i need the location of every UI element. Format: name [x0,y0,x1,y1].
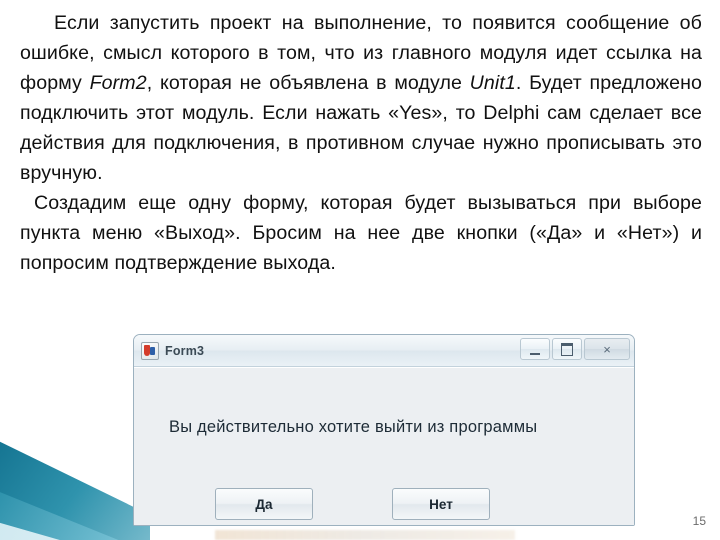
slide-number: 15 [692,514,706,528]
no-button[interactable]: Нет [392,488,490,520]
close-button[interactable]: × [584,338,630,360]
form3-window[interactable]: Form3 × Вы действительно хотите выйти из… [133,334,635,526]
paragraph-1-run-3: , которая не объявлена в модуле [146,72,470,94]
paragraph-2: Создадим еще одну форму, которая будет в… [20,188,702,278]
maximize-button[interactable] [552,338,582,360]
delphi-form-icon [141,341,159,360]
paragraph-2-run-1: Создадим еще одну форму, которая будет в… [20,192,702,274]
paragraph-1: Если запустить проект на выполнение, то … [20,8,702,188]
slide-corner-decoration [0,424,150,540]
footer-artifact [215,530,515,540]
paragraph-1-run-2-italic: Form2 [89,72,147,94]
maximize-icon [561,342,573,356]
paragraph-1-run-4-italic: Unit1 [469,72,516,94]
form3-titlebar[interactable]: Form3 × [134,335,634,367]
close-icon: × [603,341,611,357]
form3-client-area: Вы действительно хотите выйти из програм… [134,367,634,525]
slide-text-block: Если запустить проект на выполнение, то … [20,8,702,278]
yes-button[interactable]: Да [215,488,313,520]
form3-title: Form3 [165,343,205,358]
confirmation-label: Вы действительно хотите выйти из програм… [169,418,538,436]
minimize-button[interactable] [520,338,550,360]
minimize-icon [530,350,540,355]
window-controls: × [520,338,630,360]
